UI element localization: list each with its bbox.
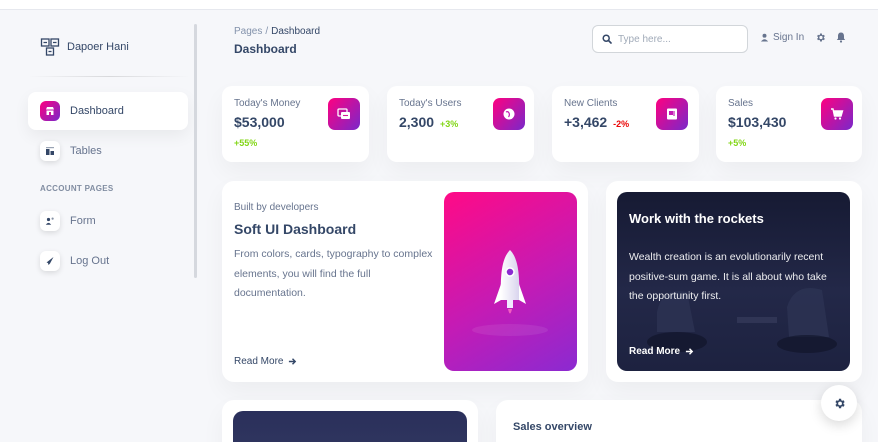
table-icon [40, 141, 60, 161]
stat-label: New Clients [564, 98, 618, 109]
rockets-read-more-link[interactable]: Read More [629, 346, 694, 357]
sign-in-label: Sign In [773, 32, 805, 43]
read-more-label: Read More [234, 356, 284, 367]
builder-description: From colors, cards, typography to comple… [234, 248, 433, 299]
stat-card-sales: Sales $103,430 +5% [716, 86, 862, 162]
sidebar-item-label: Form [70, 215, 96, 227]
sidebar-item-tables[interactable]: Tables [28, 132, 188, 170]
arrow-right-icon [686, 348, 694, 355]
rockets-background: Work with the rockets Wealth creation is… [617, 192, 850, 371]
breadcrumb-current: Dashboard [271, 26, 321, 37]
form-icon [40, 211, 60, 231]
sign-in-link[interactable]: Sign In [760, 32, 804, 43]
page-title: Dashboard [234, 42, 297, 56]
arrow-right-icon [289, 358, 297, 365]
dark-chart-panel [233, 411, 467, 442]
search-box[interactable] [592, 25, 748, 53]
stat-label: Sales [728, 98, 754, 109]
sidebar: Dapoer Hani Dashboard Tables ACCOUNT PAG… [28, 24, 190, 284]
brand[interactable]: Dapoer Hani [40, 37, 129, 57]
money-icon [328, 98, 360, 130]
read-more-label: Read More [629, 346, 681, 357]
stat-card-users: Today's Users 2,300 +3% [387, 86, 534, 162]
bell-icon[interactable] [836, 32, 846, 43]
sidebar-item-logout[interactable]: Log Out [28, 242, 188, 280]
breadcrumb-root[interactable]: Pages [234, 26, 262, 37]
stat-value: +3,462 -2% [564, 114, 629, 130]
stat-label: Today's Users [399, 98, 462, 109]
stat-change: +3% [439, 119, 459, 129]
stat-change: +55% [234, 138, 258, 148]
stat-value: $53,000 [234, 114, 285, 130]
stat-change: +5% [728, 138, 747, 148]
sidebar-item-form[interactable]: Form [28, 202, 188, 240]
rocket-illustration [444, 192, 577, 371]
rockets-card: Work with the rockets Wealth creation is… [606, 181, 862, 382]
logout-icon [40, 251, 60, 271]
cart-icon [821, 98, 853, 130]
stat-value-text: 2,300 [399, 114, 435, 130]
stat-value: $103,430 [728, 114, 786, 130]
stat-change: -2% [613, 119, 630, 129]
sidebar-item-label: Log Out [70, 255, 110, 267]
sidebar-divider [28, 76, 190, 77]
document-icon [656, 98, 688, 130]
brand-logo-icon [40, 38, 60, 56]
stat-value: 2,300 +3% [399, 114, 458, 130]
builder-subtitle: Built by developers [234, 202, 319, 213]
brand-name: Dapoer Hani [67, 41, 129, 53]
breadcrumb: Pages / Dashboard [234, 26, 320, 37]
stat-label: Today's Money [234, 98, 301, 109]
globe-icon [493, 98, 525, 130]
rocket-icon [472, 250, 548, 336]
sidebar-section-heading: ACCOUNT PAGES [40, 184, 114, 193]
top-border [0, 0, 878, 10]
search-input[interactable] [618, 33, 738, 45]
rockets-description: Wealth creation is an evolutionarily rec… [629, 251, 827, 302]
sidebar-item-dashboard[interactable]: Dashboard [28, 92, 188, 130]
builder-read-more-link[interactable]: Read More [234, 356, 297, 367]
builder-card: Built by developers Soft UI Dashboard Fr… [222, 181, 588, 382]
sidebar-item-label: Tables [70, 145, 102, 157]
stat-card-money: Today's Money $53,000 +55% [222, 86, 369, 162]
breadcrumb-separator: / [265, 26, 269, 37]
sidebar-item-label: Dashboard [70, 105, 124, 117]
search-icon [602, 34, 612, 44]
sales-overview-card: Sales overview [496, 400, 862, 442]
stat-value-text: +3,462 [564, 114, 608, 130]
user-icon [760, 33, 769, 42]
gear-icon [834, 398, 845, 408]
store-icon [40, 101, 60, 121]
dark-chart-card [222, 400, 478, 442]
sales-overview-title: Sales overview [513, 421, 592, 433]
builder-title: Soft UI Dashboard [234, 221, 357, 237]
sidebar-scrollbar[interactable] [194, 24, 197, 278]
rockets-title: Work with the rockets [629, 211, 764, 226]
stat-value-text: $53,000 [234, 114, 285, 130]
configurator-button[interactable] [821, 385, 857, 421]
stat-value-text: $103,430 [728, 114, 787, 130]
gear-icon[interactable] [815, 32, 826, 43]
stat-card-clients: New Clients +3,462 -2% [552, 86, 699, 162]
